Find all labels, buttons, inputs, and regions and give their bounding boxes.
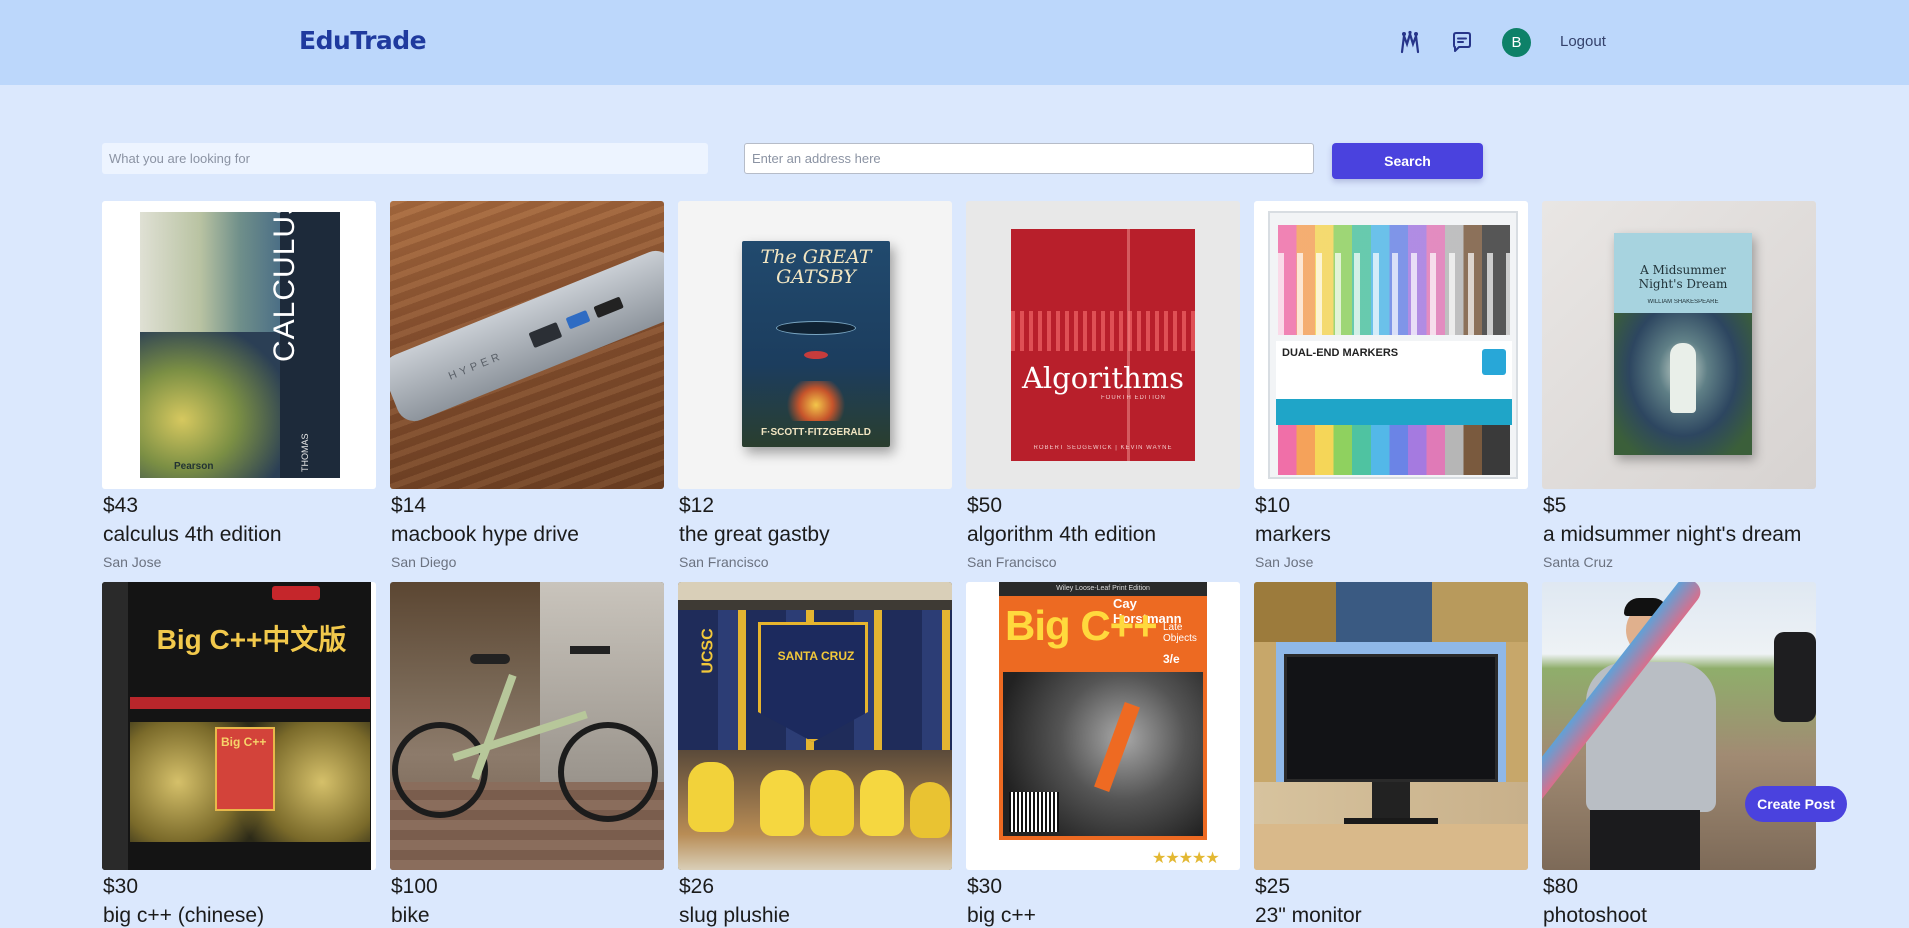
- book-cover: CALCULUS THOMAS Pearson: [140, 212, 340, 478]
- book-cover: The GREAT GATSBY F·SCOTT·FITZGERALD: [742, 241, 890, 447]
- listing-location: San Jose: [103, 554, 162, 570]
- listing-title: big c++ (chinese): [103, 904, 265, 927]
- listing-card[interactable]: CALCULUS THOMAS Pearson $43 calculus 4th…: [102, 201, 376, 570]
- bike-wheel: [558, 722, 658, 822]
- listing-image: SANTA CRUZ UCSC: [678, 582, 952, 870]
- marker-box: DUAL-END MARKERS: [1268, 211, 1518, 479]
- listing-image: Algorithms FOURTH EDITION ROBERT SEDGEWI…: [966, 201, 1240, 489]
- cover-title: Algorithms: [1021, 361, 1185, 395]
- listing-price: $26: [679, 875, 715, 898]
- listing-title: photoshoot: [1543, 904, 1647, 927]
- app-logo[interactable]: EduTrade: [299, 26, 427, 55]
- listing-price: $30: [103, 875, 139, 898]
- book-cover: Wiley Loose-Leaf Print Edition Cay Horst…: [999, 582, 1207, 840]
- listing-title: a midsummer night's dream: [1543, 523, 1802, 546]
- listing-card[interactable]: $100 bike: [390, 582, 664, 927]
- listing-price: $25: [1255, 875, 1291, 898]
- listing-image: Big C++中文版 Big C++: [102, 582, 376, 870]
- listing-title: big c++: [967, 904, 1036, 927]
- listing-image: CALCULUS THOMAS Pearson: [102, 201, 376, 489]
- listing-price: $100: [391, 875, 438, 898]
- cover-title: The GREAT GATSBY: [760, 247, 872, 287]
- listing-image: [1254, 582, 1528, 870]
- listing-card[interactable]: $25 23" monitor: [1254, 582, 1528, 927]
- listing-price: $43: [103, 494, 139, 517]
- cover-author: F·SCOTT·FITZGERALD: [761, 427, 871, 438]
- listing-location: San Francisco: [967, 554, 1057, 570]
- book-cover: A Midsummer Night's Dream WILLIAM SHAKES…: [1614, 233, 1752, 455]
- address-input[interactable]: [744, 143, 1314, 174]
- cover-title: Big C++: [1005, 602, 1157, 649]
- book-cover: Algorithms FOURTH EDITION ROBERT SEDGEWI…: [1011, 229, 1195, 461]
- listing-location: San Francisco: [679, 554, 769, 570]
- listing-title: slug plushie: [679, 904, 790, 927]
- listing-image: The GREAT GATSBY F·SCOTT·FITZGERALD: [678, 201, 952, 489]
- listing-card[interactable]: SANTA CRUZ UCSC $26 slug plushie: [678, 582, 952, 927]
- listing-price: $50: [967, 494, 1003, 517]
- cover-title: Big C++中文版: [156, 624, 347, 655]
- monitor-screen: [1284, 654, 1498, 782]
- listing-card[interactable]: Algorithms FOURTH EDITION ROBERT SEDGEWI…: [966, 201, 1240, 570]
- logout-link[interactable]: Logout: [1560, 33, 1606, 50]
- listing-title: markers: [1255, 523, 1331, 546]
- listing-location: San Jose: [1255, 554, 1314, 570]
- listing-location: Santa Cruz: [1543, 554, 1614, 570]
- rating-stars: ★★★★★: [1152, 850, 1219, 867]
- listing-price: $30: [967, 875, 1003, 898]
- listing-title: macbook hype drive: [391, 523, 579, 546]
- listing-card[interactable]: Wiley Loose-Leaf Print Edition Cay Horst…: [966, 582, 1240, 927]
- listing-card[interactable]: $80 photoshoot: [1542, 582, 1816, 927]
- connections-icon[interactable]: [1398, 30, 1422, 54]
- listing-title: algorithm 4th edition: [967, 523, 1157, 546]
- listing-price: $12: [679, 494, 715, 517]
- listing-image: DUAL-END MARKERS: [1254, 201, 1528, 489]
- listing-price: $10: [1255, 494, 1291, 517]
- top-navbar: EduTrade B Logout: [0, 0, 1909, 85]
- cover-author: THOMAS: [300, 433, 310, 472]
- listing-price: $5: [1543, 494, 1567, 517]
- listing-title: the great gastby: [679, 523, 830, 546]
- cover-title: CALCULUS: [268, 212, 301, 362]
- listing-title: 23" monitor: [1255, 904, 1362, 927]
- book-cover: Big C++中文版 Big C++: [102, 582, 371, 870]
- listing-title: bike: [391, 904, 430, 927]
- listing-image: A Midsummer Night's Dream WILLIAM SHAKES…: [1542, 201, 1816, 489]
- create-post-button[interactable]: Create Post: [1745, 786, 1847, 822]
- listing-image: Wiley Loose-Leaf Print Edition Cay Horst…: [966, 582, 1240, 870]
- chat-icon[interactable]: [1450, 30, 1474, 54]
- publisher-label: Pearson: [174, 461, 214, 472]
- listing-card[interactable]: A Midsummer Night's Dream WILLIAM SHAKES…: [1542, 201, 1816, 570]
- user-avatar[interactable]: B: [1502, 28, 1531, 57]
- listing-card[interactable]: DUAL-END MARKERS $10 markers San Jose: [1254, 201, 1528, 570]
- listing-image: [390, 582, 664, 870]
- listing-image: HYPER: [390, 201, 664, 489]
- listing-card[interactable]: Big C++中文版 Big C++ $30 big c++ (chinese): [102, 582, 376, 927]
- listing-location: San Diego: [391, 554, 457, 570]
- listing-price: $14: [391, 494, 427, 517]
- search-button[interactable]: Search: [1332, 143, 1483, 179]
- listing-price: $80: [1543, 875, 1579, 898]
- search-input[interactable]: [102, 143, 708, 174]
- listing-image: [1542, 582, 1816, 870]
- cover-title: A Midsummer Night's Dream: [1638, 263, 1728, 291]
- listing-card[interactable]: The GREAT GATSBY F·SCOTT·FITZGERALD $12 …: [678, 201, 952, 570]
- listing-title: calculus 4th edition: [103, 523, 282, 546]
- listing-card[interactable]: HYPER $14 macbook hype drive San Diego: [390, 201, 664, 570]
